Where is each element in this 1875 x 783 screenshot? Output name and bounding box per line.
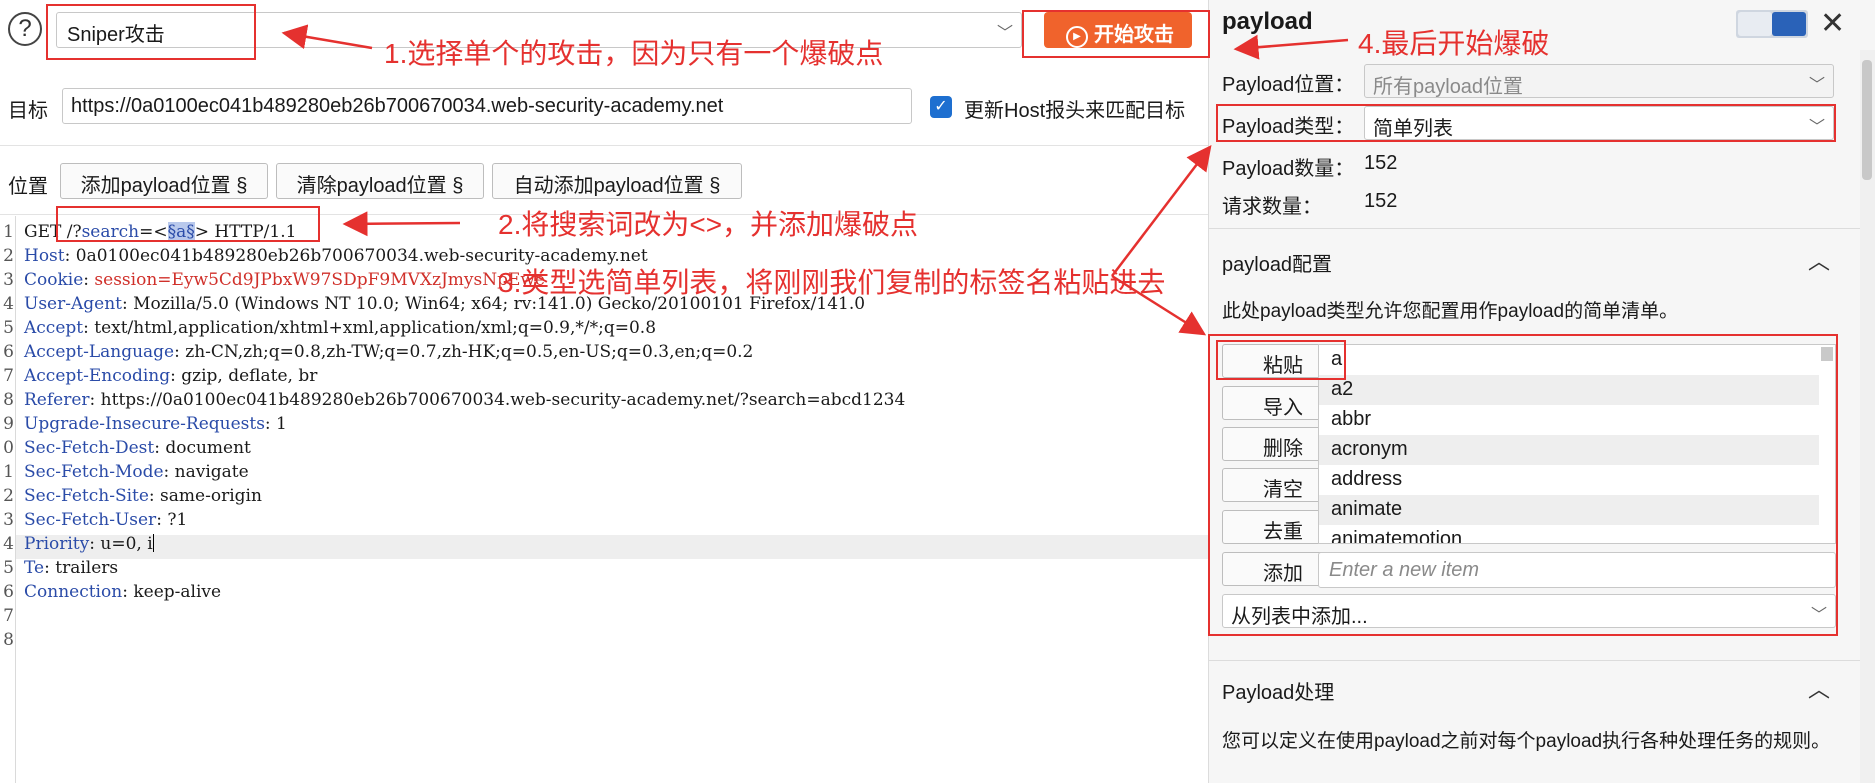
header-name: Connection [24, 582, 123, 602]
annotation-4: 4.最后开始爆破 [1358, 28, 1550, 59]
header-value: document [159, 438, 251, 458]
annotation-box-start-attack [1022, 10, 1210, 58]
positions-label: 位置 [8, 176, 48, 198]
header-line[interactable]: Te: trailers [24, 558, 118, 578]
header-line[interactable]: Sec-Fetch-Site: same-origin [24, 486, 262, 506]
payload-position-value: 所有payload位置 [1373, 76, 1524, 98]
header-value: https://0a0100ec041b489280eb26b700670034… [95, 390, 906, 410]
header-line[interactable]: Accept-Encoding: gzip, deflate, br [24, 366, 317, 386]
header-line[interactable]: Cookie: session=Eyw5Cd9JPbxW97SDpF9MVXzJ… [24, 270, 545, 290]
request-count-label: 请求数量： [1222, 196, 1322, 218]
annotation-box-payload-type [1216, 104, 1836, 142]
header-name: Accept-Language [24, 342, 175, 362]
divider [1208, 228, 1860, 229]
header-value: same-origin [154, 486, 262, 506]
panel-title: payload [1222, 8, 1313, 35]
payload-position-label: Payload位置： [1222, 74, 1355, 96]
header-name: Sec-Fetch-User [24, 510, 157, 530]
header-name: Sec-Fetch-Site [24, 486, 149, 506]
chevron-up-icon[interactable]: ︿ [1808, 672, 1830, 704]
header-name: Sec-Fetch-Dest [24, 438, 155, 458]
payload-config-title[interactable]: payload配置 [1222, 248, 1332, 277]
close-icon[interactable]: ✕ [1820, 6, 1845, 41]
panel-scrollbar-thumb[interactable] [1862, 60, 1872, 180]
header-value: trailers [49, 558, 119, 578]
header-line[interactable]: Accept: text/html,application/xhtml+xml,… [24, 318, 656, 338]
header-value: keep-alive [127, 582, 222, 602]
header-value: zh-CN,zh;q=0.8,zh-TW;q=0.7,zh-HK;q=0.5,e… [179, 342, 754, 362]
annotation-3: 3.类型选简单列表，将刚刚我们复制的标签名粘贴进去 [498, 267, 1166, 298]
divider [0, 145, 1208, 146]
request-editor[interactable]: GET /?search=<§a§> HTTP/1.1 Host: 0a0100… [0, 216, 1208, 783]
payload-config-desc: 此处payload类型允许您配置用作payload的简单清单。 [1222, 301, 1679, 322]
payload-count-label: Payload数量： [1222, 158, 1355, 180]
header-value: u=0, i [94, 534, 153, 554]
header-line[interactable]: Sec-Fetch-Mode: navigate [24, 462, 249, 482]
header-value: gzip, deflate, br [175, 366, 318, 386]
header-name: Referer [24, 390, 90, 410]
header-name: Upgrade-Insecure-Requests [24, 414, 265, 434]
clear-payload-position-button[interactable]: 清除payload位置 § [276, 163, 484, 199]
payload-processing-title[interactable]: Payload处理 [1222, 676, 1334, 705]
auto-add-payload-position-button[interactable]: 自动添加payload位置 § [492, 163, 742, 199]
header-line[interactable]: Accept-Language: zh-CN,zh;q=0.8,zh-TW;q=… [24, 342, 753, 362]
chevron-down-icon: ﹀ [996, 25, 1013, 42]
payload-position-select[interactable]: 所有payload位置 ﹀ [1364, 64, 1834, 98]
annotation-2: 2.将搜索词改为<>，并添加爆破点 [498, 209, 919, 240]
header-name: Host [24, 246, 65, 266]
layout-vertical-icon[interactable] [1772, 12, 1806, 36]
chevron-down-icon: ﹀ [1808, 77, 1825, 94]
layout-toggle[interactable] [1736, 10, 1808, 38]
header-name: Priority [24, 534, 90, 554]
request-count-value: 152 [1364, 190, 1398, 212]
payload-count-value: 152 [1364, 152, 1398, 174]
layout-horizontal-icon[interactable] [1738, 12, 1772, 36]
header-name: Cookie [24, 270, 84, 290]
header-line[interactable]: Referer: https://0a0100ec041b489280eb26b… [24, 390, 905, 410]
header-line[interactable]: Connection: keep-alive [24, 582, 221, 602]
annotation-box-attack-type [46, 4, 256, 60]
header-value: navigate [169, 462, 249, 482]
header-name: Sec-Fetch-Mode [24, 462, 164, 482]
header-value: text/html,application/xhtml+xml,applicat… [88, 318, 657, 338]
payload-processing-desc: 您可以定义在使用payload之前对每个payload执行各种处理任务的规则。 [1222, 731, 1831, 752]
header-line[interactable]: Sec-Fetch-User: ?1 [24, 510, 187, 530]
target-label: 目标 [8, 100, 48, 122]
annotation-box-payload-marker [56, 206, 320, 242]
header-value: ?1 [161, 510, 188, 530]
update-host-checkbox[interactable]: ✓ [930, 96, 952, 118]
header-line[interactable]: Upgrade-Insecure-Requests: 1 [24, 414, 287, 434]
help-icon[interactable]: ? [8, 12, 42, 46]
annotation-1: 1.选择单个的攻击，因为只有一个爆破点 [384, 38, 884, 69]
header-value: session=Eyw5Cd9JPbxW97SDpF9MVXzJmysNpEwe [89, 270, 545, 290]
header-name: Te [24, 558, 45, 578]
annotation-box-paste-button [1216, 340, 1346, 380]
text-caret [152, 534, 154, 552]
target-url-input[interactable]: https://0a0100ec041b489280eb26b700670034… [62, 88, 912, 124]
header-line[interactable]: Priority: u=0, i [24, 534, 154, 554]
header-name: User-Agent [24, 294, 122, 314]
header-name: Accept-Encoding [24, 366, 171, 386]
header-line[interactable]: Sec-Fetch-Dest: document [24, 438, 251, 458]
header-value: 1 [270, 414, 287, 434]
chevron-up-icon[interactable]: ︿ [1808, 244, 1830, 276]
update-host-label: 更新Host报头来匹配目标 [964, 100, 1186, 122]
divider [1208, 660, 1860, 661]
header-name: Accept [24, 318, 84, 338]
add-payload-position-button[interactable]: 添加payload位置 § [60, 163, 268, 199]
